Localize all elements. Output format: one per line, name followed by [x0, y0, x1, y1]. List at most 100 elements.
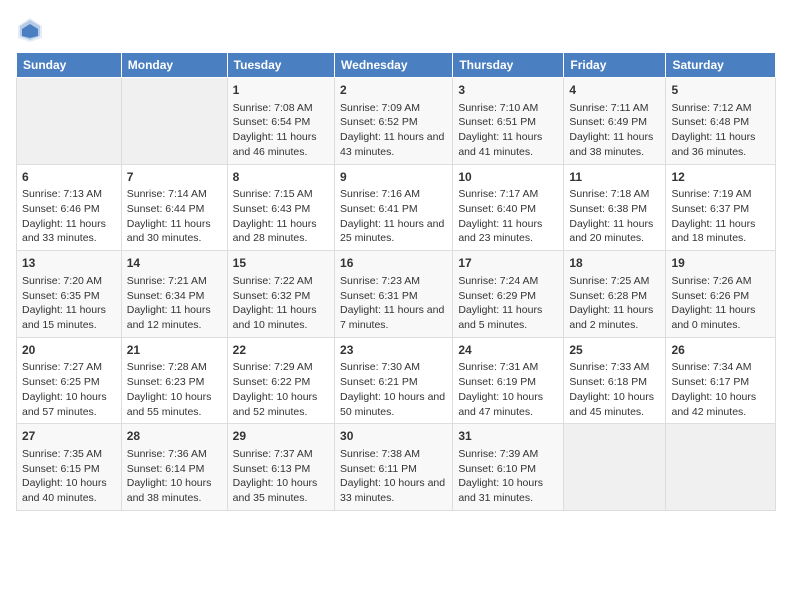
header-day: Tuesday: [227, 53, 334, 78]
day-info: Sunrise: 7:14 AM Sunset: 6:44 PM Dayligh…: [127, 187, 222, 246]
day-number: 5: [671, 82, 770, 99]
calendar-cell: 1 Sunrise: 7:08 AM Sunset: 6:54 PM Daylig…: [227, 78, 334, 165]
calendar-cell: 17 Sunrise: 7:24 AM Sunset: 6:29 PM Dayli…: [453, 251, 564, 338]
day-info: Sunrise: 7:20 AM Sunset: 6:35 PM Dayligh…: [22, 274, 116, 333]
header-day: Wednesday: [335, 53, 453, 78]
calendar-body: 1 Sunrise: 7:08 AM Sunset: 6:54 PM Daylig…: [17, 78, 776, 511]
calendar-cell: [666, 424, 776, 511]
day-info: Sunrise: 7:08 AM Sunset: 6:54 PM Dayligh…: [233, 101, 329, 160]
calendar-week-row: 13 Sunrise: 7:20 AM Sunset: 6:35 PM Dayli…: [17, 251, 776, 338]
day-info: Sunrise: 7:36 AM Sunset: 6:14 PM Dayligh…: [127, 447, 222, 506]
day-info: Sunrise: 7:27 AM Sunset: 6:25 PM Dayligh…: [22, 360, 116, 419]
day-info: Sunrise: 7:09 AM Sunset: 6:52 PM Dayligh…: [340, 101, 447, 160]
calendar-cell: [121, 78, 227, 165]
day-info: Sunrise: 7:28 AM Sunset: 6:23 PM Dayligh…: [127, 360, 222, 419]
calendar-week-row: 20Sunrise: 7:27 AM Sunset: 6:25 PM Dayli…: [17, 337, 776, 424]
day-number: 29: [233, 428, 329, 445]
calendar-cell: 4 Sunrise: 7:11 AM Sunset: 6:49 PM Daylig…: [564, 78, 666, 165]
day-number: 10: [458, 169, 558, 186]
calendar-cell: 14 Sunrise: 7:21 AM Sunset: 6:34 PM Dayli…: [121, 251, 227, 338]
calendar-cell: 24Sunrise: 7:31 AM Sunset: 6:19 PM Dayli…: [453, 337, 564, 424]
day-number: 26: [671, 342, 770, 359]
calendar-week-row: 27Sunrise: 7:35 AM Sunset: 6:15 PM Dayli…: [17, 424, 776, 511]
day-number: 15: [233, 255, 329, 272]
day-number: 31: [458, 428, 558, 445]
day-info: Sunrise: 7:25 AM Sunset: 6:28 PM Dayligh…: [569, 274, 660, 333]
calendar-cell: 2Sunrise: 7:09 AM Sunset: 6:52 PM Daylig…: [335, 78, 453, 165]
calendar-cell: 22Sunrise: 7:29 AM Sunset: 6:22 PM Dayli…: [227, 337, 334, 424]
day-number: 17: [458, 255, 558, 272]
day-info: Sunrise: 7:30 AM Sunset: 6:21 PM Dayligh…: [340, 360, 447, 419]
day-number: 19: [671, 255, 770, 272]
day-info: Sunrise: 7:39 AM Sunset: 6:10 PM Dayligh…: [458, 447, 558, 506]
calendar-cell: 10Sunrise: 7:17 AM Sunset: 6:40 PM Dayli…: [453, 164, 564, 251]
calendar-cell: 6Sunrise: 7:13 AM Sunset: 6:46 PM Daylig…: [17, 164, 122, 251]
day-info: Sunrise: 7:12 AM Sunset: 6:48 PM Dayligh…: [671, 101, 770, 160]
calendar-cell: 18Sunrise: 7:25 AM Sunset: 6:28 PM Dayli…: [564, 251, 666, 338]
header-day: Friday: [564, 53, 666, 78]
calendar-cell: 12Sunrise: 7:19 AM Sunset: 6:37 PM Dayli…: [666, 164, 776, 251]
day-number: 24: [458, 342, 558, 359]
calendar-cell: [564, 424, 666, 511]
day-number: 27: [22, 428, 116, 445]
logo-icon: [16, 16, 44, 44]
calendar-cell: 13 Sunrise: 7:20 AM Sunset: 6:35 PM Dayli…: [17, 251, 122, 338]
header-row: SundayMondayTuesdayWednesdayThursdayFrid…: [17, 53, 776, 78]
calendar-cell: 16Sunrise: 7:23 AM Sunset: 6:31 PM Dayli…: [335, 251, 453, 338]
day-info: Sunrise: 7:18 AM Sunset: 6:38 PM Dayligh…: [569, 187, 660, 246]
day-number: 1: [233, 82, 329, 99]
calendar-cell: 15 Sunrise: 7:22 AM Sunset: 6:32 PM Dayli…: [227, 251, 334, 338]
calendar-cell: 28 Sunrise: 7:36 AM Sunset: 6:14 PM Dayli…: [121, 424, 227, 511]
day-number: 11: [569, 169, 660, 186]
day-info: Sunrise: 7:16 AM Sunset: 6:41 PM Dayligh…: [340, 187, 447, 246]
calendar-cell: 9Sunrise: 7:16 AM Sunset: 6:41 PM Daylig…: [335, 164, 453, 251]
day-info: Sunrise: 7:24 AM Sunset: 6:29 PM Dayligh…: [458, 274, 558, 333]
day-number: 22: [233, 342, 329, 359]
calendar-cell: 23Sunrise: 7:30 AM Sunset: 6:21 PM Dayli…: [335, 337, 453, 424]
day-number: 9: [340, 169, 447, 186]
header-day: Sunday: [17, 53, 122, 78]
day-info: Sunrise: 7:22 AM Sunset: 6:32 PM Dayligh…: [233, 274, 329, 333]
day-number: 7: [127, 169, 222, 186]
day-info: Sunrise: 7:33 AM Sunset: 6:18 PM Dayligh…: [569, 360, 660, 419]
day-info: Sunrise: 7:23 AM Sunset: 6:31 PM Dayligh…: [340, 274, 447, 333]
day-number: 3: [458, 82, 558, 99]
day-number: 28: [127, 428, 222, 445]
calendar-header: SundayMondayTuesdayWednesdayThursdayFrid…: [17, 53, 776, 78]
day-number: 6: [22, 169, 116, 186]
day-info: Sunrise: 7:11 AM Sunset: 6:49 PM Dayligh…: [569, 101, 660, 160]
day-info: Sunrise: 7:29 AM Sunset: 6:22 PM Dayligh…: [233, 360, 329, 419]
calendar-cell: 3 Sunrise: 7:10 AM Sunset: 6:51 PM Daylig…: [453, 78, 564, 165]
calendar-cell: 11Sunrise: 7:18 AM Sunset: 6:38 PM Dayli…: [564, 164, 666, 251]
day-number: 12: [671, 169, 770, 186]
day-number: 23: [340, 342, 447, 359]
calendar-cell: 5 Sunrise: 7:12 AM Sunset: 6:48 PM Daylig…: [666, 78, 776, 165]
day-number: 25: [569, 342, 660, 359]
calendar-table: SundayMondayTuesdayWednesdayThursdayFrid…: [16, 52, 776, 511]
day-info: Sunrise: 7:37 AM Sunset: 6:13 PM Dayligh…: [233, 447, 329, 506]
day-info: Sunrise: 7:10 AM Sunset: 6:51 PM Dayligh…: [458, 101, 558, 160]
day-number: 30: [340, 428, 447, 445]
day-number: 13: [22, 255, 116, 272]
day-info: Sunrise: 7:15 AM Sunset: 6:43 PM Dayligh…: [233, 187, 329, 246]
day-number: 8: [233, 169, 329, 186]
calendar-week-row: 1 Sunrise: 7:08 AM Sunset: 6:54 PM Daylig…: [17, 78, 776, 165]
calendar-cell: 27Sunrise: 7:35 AM Sunset: 6:15 PM Dayli…: [17, 424, 122, 511]
day-number: 14: [127, 255, 222, 272]
calendar-cell: 7Sunrise: 7:14 AM Sunset: 6:44 PM Daylig…: [121, 164, 227, 251]
calendar-cell: 21Sunrise: 7:28 AM Sunset: 6:23 PM Dayli…: [121, 337, 227, 424]
calendar-cell: 20Sunrise: 7:27 AM Sunset: 6:25 PM Dayli…: [17, 337, 122, 424]
day-info: Sunrise: 7:19 AM Sunset: 6:37 PM Dayligh…: [671, 187, 770, 246]
header-day: Thursday: [453, 53, 564, 78]
header-day: Monday: [121, 53, 227, 78]
day-number: 4: [569, 82, 660, 99]
calendar-cell: [17, 78, 122, 165]
day-info: Sunrise: 7:21 AM Sunset: 6:34 PM Dayligh…: [127, 274, 222, 333]
calendar-week-row: 6Sunrise: 7:13 AM Sunset: 6:46 PM Daylig…: [17, 164, 776, 251]
calendar-cell: 8Sunrise: 7:15 AM Sunset: 6:43 PM Daylig…: [227, 164, 334, 251]
calendar-cell: 31 Sunrise: 7:39 AM Sunset: 6:10 PM Dayli…: [453, 424, 564, 511]
day-info: Sunrise: 7:38 AM Sunset: 6:11 PM Dayligh…: [340, 447, 447, 506]
day-number: 21: [127, 342, 222, 359]
logo: [16, 16, 48, 44]
calendar-cell: 26Sunrise: 7:34 AM Sunset: 6:17 PM Dayli…: [666, 337, 776, 424]
